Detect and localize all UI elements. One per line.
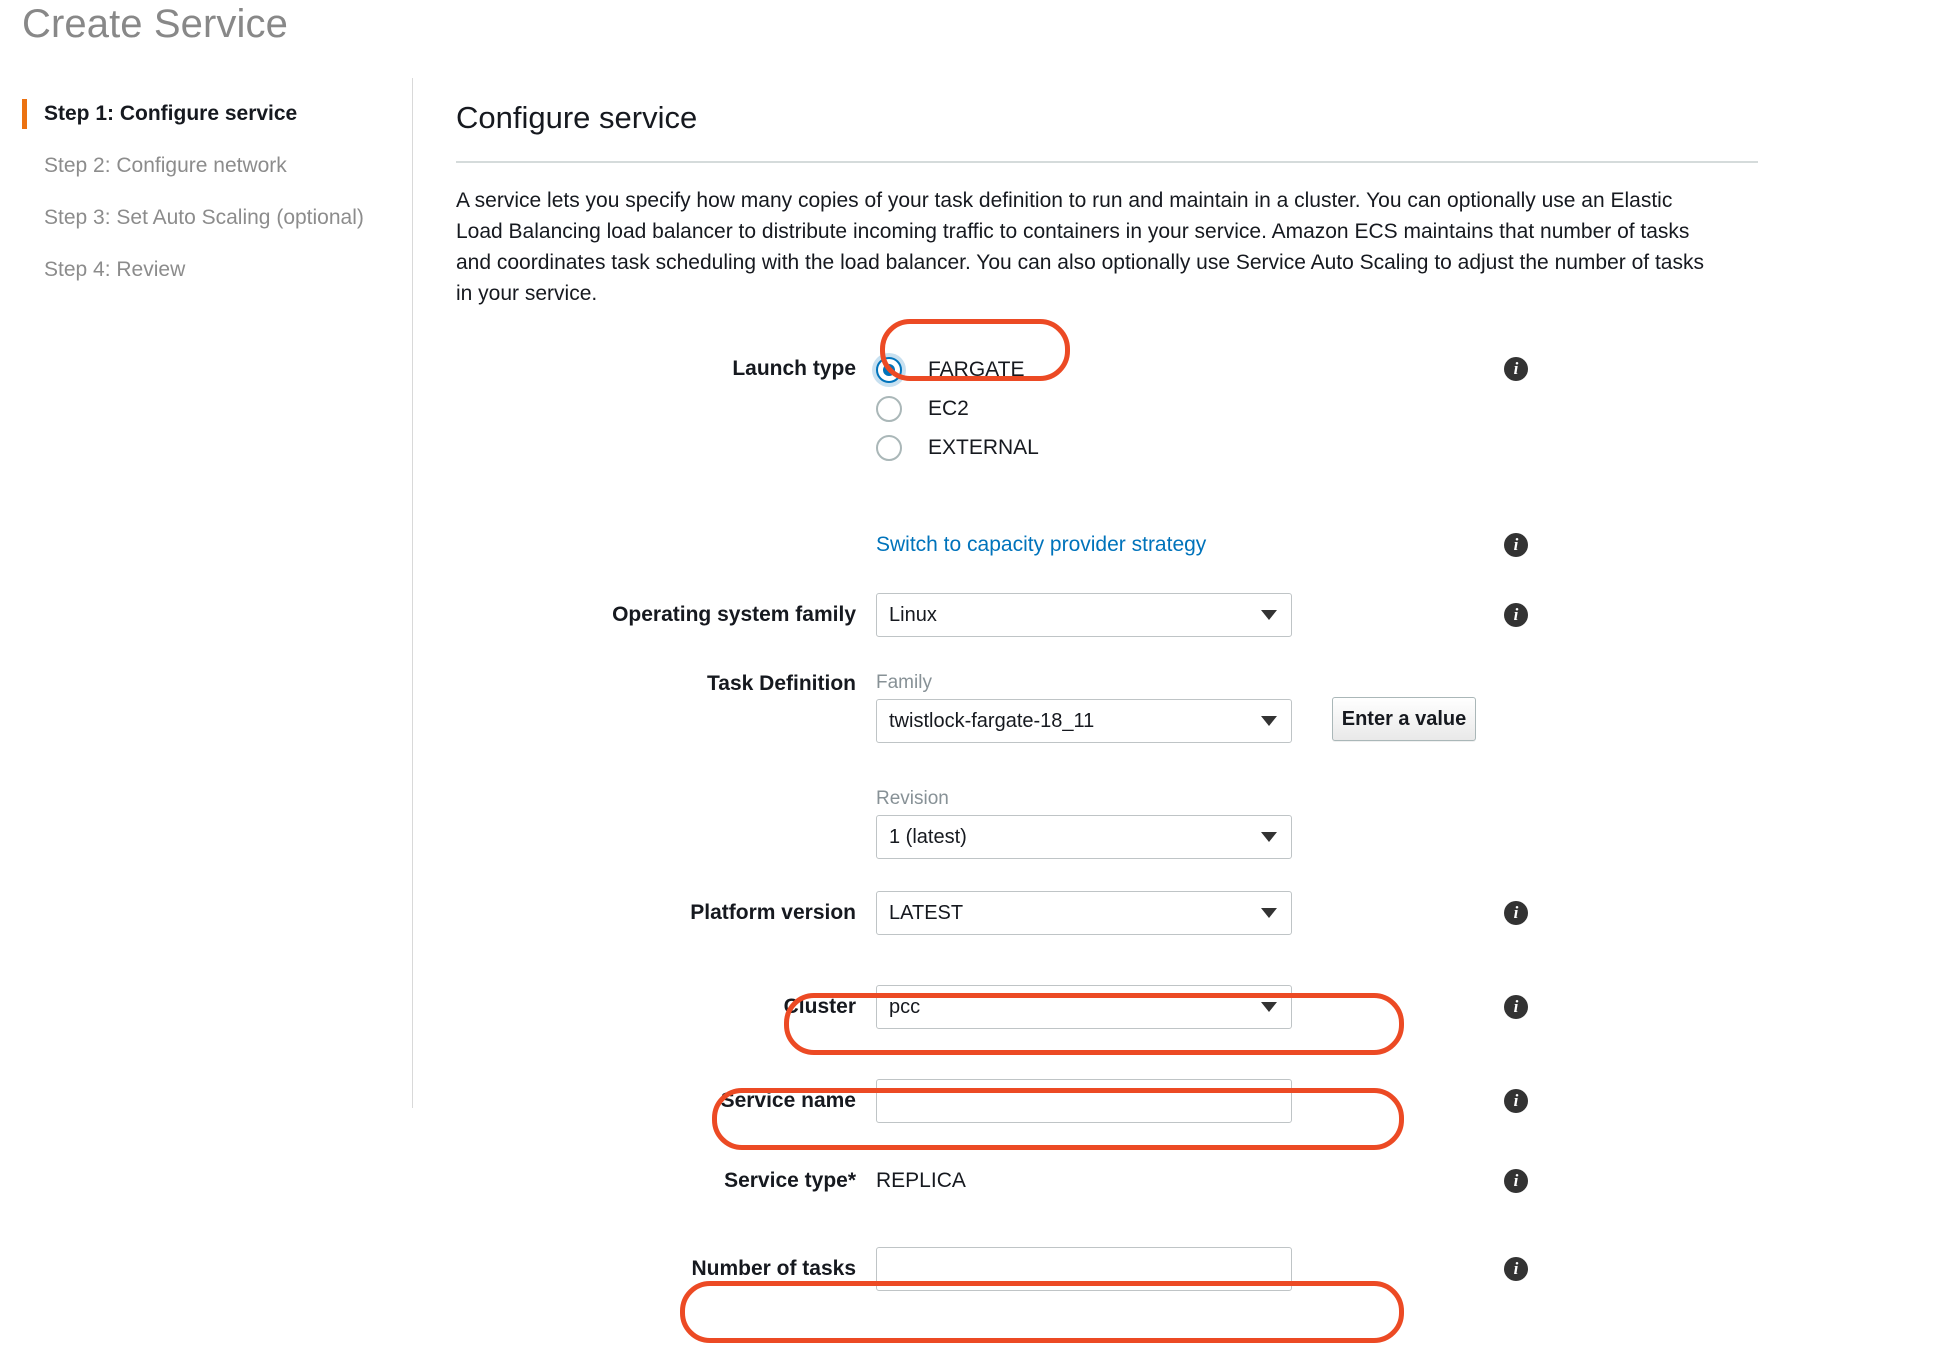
- platform-version-info-icon[interactable]: i: [1504, 901, 1528, 925]
- main-content: Configure service A service lets you spe…: [456, 96, 1886, 1291]
- section-description: A service lets you specify how many copi…: [456, 189, 1704, 305]
- capacity-provider-control: Switch to capacity provider strategy: [876, 523, 1206, 567]
- cluster-info-icon[interactable]: i: [1504, 995, 1528, 1019]
- platform-version-control: LATEST: [876, 891, 1292, 935]
- number-of-tasks-label: Number of tasks: [691, 1257, 856, 1280]
- service-type-row: Service type* REPLICA i: [456, 1159, 1886, 1203]
- sidebar-item-label: Step 3: Set Auto Scaling (optional): [44, 206, 364, 229]
- chevron-down-icon: [1261, 716, 1277, 726]
- launch-type-options: FARGATE EC2 EXTERNAL: [876, 347, 1039, 467]
- task-definition-family-value: twistlock-fargate-18_11: [889, 710, 1095, 732]
- sidebar-item-step-4[interactable]: Step 4: Review: [0, 244, 412, 296]
- section-title: Configure service: [456, 100, 698, 135]
- sidebar-item-label: Step 2: Configure network: [44, 154, 287, 177]
- service-name-control: [876, 1079, 1292, 1123]
- radio-fargate-icon[interactable]: [876, 356, 902, 383]
- cluster-control: pcc: [876, 985, 1292, 1029]
- sidebar-item-label: Step 1: Configure service: [44, 102, 298, 125]
- cluster-value: pcc: [889, 996, 921, 1018]
- operating-system-family-control: Linux: [876, 593, 1292, 637]
- page-title: Create Service: [22, 2, 288, 46]
- operating-system-family-label: Operating system family: [612, 603, 856, 626]
- task-definition-revision-select[interactable]: 1 (latest): [876, 815, 1292, 859]
- section-divider: [456, 161, 1758, 163]
- sidebar-item-step-2[interactable]: Step 2: Configure network: [0, 140, 412, 192]
- number-of-tasks-input[interactable]: [876, 1247, 1292, 1291]
- launch-type-option-ec2[interactable]: EC2: [876, 389, 1039, 428]
- launch-type-option-label: EXTERNAL: [928, 435, 1039, 459]
- platform-version-value: LATEST: [889, 902, 964, 924]
- create-service-page: Create Service Step 1: Configure service…: [0, 0, 1938, 1356]
- operating-system-family-info-icon[interactable]: i: [1504, 603, 1528, 627]
- task-definition-control: Family twistlock-fargate-18_11 Revision …: [876, 669, 1292, 859]
- service-name-label: Service name: [720, 1089, 856, 1112]
- platform-version-label: Platform version: [690, 901, 856, 924]
- wizard-steps-sidebar: Step 1: Configure service Step 2: Config…: [0, 88, 412, 296]
- launch-type-row: Launch type FARGATE EC2 EXTERNAL i: [456, 347, 1886, 467]
- service-type-label: Service type*: [724, 1169, 856, 1192]
- chevron-down-icon: [1261, 1002, 1277, 1012]
- enter-a-value-button[interactable]: Enter a value: [1332, 697, 1476, 741]
- launch-type-option-fargate[interactable]: FARGATE: [876, 350, 1039, 389]
- radio-external-icon[interactable]: [876, 434, 902, 461]
- launch-type-info-icon[interactable]: i: [1504, 357, 1528, 381]
- capacity-provider-row: Switch to capacity provider strategy i: [456, 523, 1886, 567]
- launch-type-option-label: EC2: [928, 396, 969, 420]
- task-definition-row: Task Definition Family twistlock-fargate…: [456, 669, 1886, 859]
- sidebar-item-step-3[interactable]: Step 3: Set Auto Scaling (optional): [0, 192, 412, 244]
- capacity-provider-info-icon[interactable]: i: [1504, 533, 1528, 557]
- chevron-down-icon: [1261, 908, 1277, 918]
- sidebar-item-step-1[interactable]: Step 1: Configure service: [0, 88, 412, 140]
- task-definition-revision-sublabel: Revision: [876, 788, 949, 809]
- service-name-input[interactable]: [876, 1079, 1292, 1123]
- cluster-row: Cluster pcc i: [456, 985, 1886, 1029]
- switch-to-capacity-provider-strategy-link[interactable]: Switch to capacity provider strategy: [876, 533, 1206, 556]
- sidebar-divider: [412, 78, 413, 1108]
- operating-system-family-value: Linux: [889, 604, 937, 626]
- service-type-control: REPLICA: [876, 1159, 966, 1203]
- task-definition-label: Task Definition: [707, 672, 856, 695]
- task-definition-family-select[interactable]: twistlock-fargate-18_11: [876, 699, 1292, 743]
- launch-type-option-external[interactable]: EXTERNAL: [876, 428, 1039, 467]
- service-name-info-icon[interactable]: i: [1504, 1089, 1528, 1113]
- number-of-tasks-info-icon[interactable]: i: [1504, 1257, 1528, 1281]
- operating-system-family-select[interactable]: Linux: [876, 593, 1292, 637]
- radio-ec2-icon[interactable]: [876, 395, 902, 422]
- service-type-value: REPLICA: [876, 1169, 966, 1192]
- configure-service-form: Launch type FARGATE EC2 EXTERNAL i Switc…: [456, 347, 1886, 1291]
- operating-system-family-row: Operating system family Linux i: [456, 593, 1886, 637]
- cluster-label: Cluster: [783, 995, 856, 1018]
- launch-type-label: Launch type: [732, 357, 856, 380]
- launch-type-option-label: FARGATE: [928, 357, 1025, 381]
- platform-version-row: Platform version LATEST i: [456, 891, 1886, 935]
- chevron-down-icon: [1261, 832, 1277, 842]
- platform-version-select[interactable]: LATEST: [876, 891, 1292, 935]
- task-definition-revision-value: 1 (latest): [889, 826, 967, 848]
- service-name-row: Service name i: [456, 1079, 1886, 1123]
- task-definition-family-sublabel: Family: [876, 672, 932, 693]
- number-of-tasks-row: Number of tasks i: [456, 1247, 1886, 1291]
- chevron-down-icon: [1261, 610, 1277, 620]
- cluster-select[interactable]: pcc: [876, 985, 1292, 1029]
- number-of-tasks-control: [876, 1247, 1292, 1291]
- sidebar-item-label: Step 4: Review: [44, 258, 186, 281]
- service-type-info-icon[interactable]: i: [1504, 1169, 1528, 1193]
